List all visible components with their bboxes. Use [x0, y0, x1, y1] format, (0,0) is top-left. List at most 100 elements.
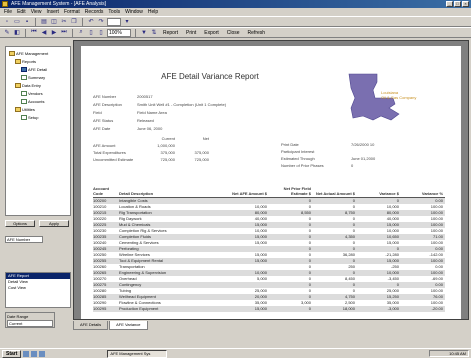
- tree-item-label: Data Entry: [22, 83, 41, 88]
- menu-item-format[interactable]: Format: [64, 8, 80, 16]
- two-page-icon[interactable]: ▯: [97, 29, 105, 37]
- table-cell: 15,000: [254, 306, 267, 311]
- prev-page-icon[interactable]: ◀: [40, 29, 48, 37]
- table-cell: 0: [308, 306, 311, 311]
- amount-current: Current: [161, 136, 175, 141]
- menu-bar: File Edit View Insert Format Records Tools Wind…: [0, 8, 471, 16]
- menu-item-help[interactable]: Help: [148, 8, 158, 16]
- header-value: Released: [137, 118, 154, 123]
- amount-current: 375,000: [160, 150, 175, 155]
- amount-line: Uncommitted Estimate 725,000 725,000: [93, 157, 209, 162]
- tree-item[interactable]: AFE Management: [9, 51, 48, 56]
- tree-item-label: AFE Detail: [28, 67, 48, 72]
- tree-item[interactable]: Summary: [21, 75, 45, 80]
- first-page-icon[interactable]: ⏮: [30, 29, 38, 37]
- report-listbox[interactable]: AFE Report Detail View Cost View: [5, 272, 71, 308]
- browser-icon[interactable]: [31, 350, 38, 357]
- open-icon[interactable]: ▭: [13, 18, 21, 26]
- navigation-tree[interactable]: AFE Management Reports AFE Detail Summary Da…: [5, 46, 71, 216]
- filter-icon[interactable]: ▼: [140, 29, 148, 37]
- menu-item-file[interactable]: File: [4, 8, 12, 16]
- menu-item-edit[interactable]: Edit: [17, 8, 26, 16]
- tb-combo[interactable]: [107, 17, 121, 26]
- menu-item-tools[interactable]: Tools: [108, 8, 120, 16]
- zoom-combo[interactable]: 100%: [107, 28, 131, 37]
- minimize-button[interactable]: _: [446, 1, 453, 7]
- options-button[interactable]: Options: [5, 220, 35, 227]
- report-label[interactable]: Report: [160, 30, 181, 36]
- apply-button[interactable]: Apply: [39, 220, 69, 227]
- header-field: AFE Date June 06, 2000: [93, 126, 162, 131]
- undo-icon[interactable]: ↶: [87, 18, 95, 26]
- amount-label: [93, 136, 141, 141]
- report-title: AFE Detail Variance Report: [161, 72, 259, 81]
- dropdown-icon[interactable]: ▾: [123, 18, 131, 26]
- list-item[interactable]: Cost View: [6, 285, 70, 291]
- desktop-icon[interactable]: [23, 350, 30, 357]
- close-label[interactable]: Close: [224, 30, 243, 36]
- redo-icon[interactable]: ↷: [97, 18, 105, 26]
- save-icon[interactable]: ▪: [23, 18, 31, 26]
- tab-afe-details[interactable]: AFE Details: [73, 321, 109, 330]
- tree-item[interactable]: Setup: [21, 115, 38, 120]
- menu-item-insert[interactable]: Insert: [46, 8, 59, 16]
- header-value: Smith Unit Well #1 - Completion (Unit 1 …: [137, 102, 227, 107]
- preview-icon[interactable]: ◫: [50, 18, 58, 26]
- summary-field: Estimated Through June 01,2000: [281, 156, 375, 161]
- column-header: Net AFE Amount $: [232, 191, 267, 196]
- new-icon[interactable]: ▫: [3, 18, 11, 26]
- email-icon[interactable]: [39, 350, 46, 357]
- start-button[interactable]: Start: [2, 349, 22, 358]
- tree-item[interactable]: Reports: [15, 59, 36, 64]
- filter-combo[interactable]: AFE Number: [5, 236, 43, 243]
- tree-item[interactable]: AFE Detail: [21, 67, 47, 72]
- view-icon[interactable]: ◧: [13, 29, 21, 37]
- standard-toolbar: ▫ ▭ ▪ ▤ ◫ ✂ ❐ ↶ ↷ ▾: [0, 16, 471, 27]
- toolbar-separator: [72, 28, 73, 37]
- system-tray-clock: 10:45 AM: [429, 350, 469, 357]
- next-page-icon[interactable]: ▶: [50, 29, 58, 37]
- zoom-icon[interactable]: ⌕: [77, 29, 85, 37]
- column-header: Net Actual Amount $: [315, 191, 355, 196]
- column-header: Net Prior Field Estimate $: [283, 186, 311, 196]
- header-field: AFE Status Released: [93, 118, 154, 123]
- tree-item[interactable]: Accounts: [21, 99, 44, 104]
- toolbar-separator: [35, 17, 36, 26]
- header-key: AFE Status: [93, 118, 114, 123]
- maximize-button[interactable]: □: [454, 1, 461, 7]
- date-range-field[interactable]: Current: [7, 320, 53, 327]
- close-button[interactable]: ×: [462, 1, 469, 7]
- print-label[interactable]: Print: [183, 30, 199, 36]
- window-title: AFE Management System - [AFE Analysis]: [11, 1, 107, 7]
- app-icon: [2, 1, 8, 7]
- print-icon[interactable]: ▤: [40, 18, 48, 26]
- tree-item-label: Summary: [28, 75, 46, 80]
- tab-afe-variance[interactable]: AFE Variance: [109, 321, 148, 330]
- report-preview[interactable]: AFE Detail Variance Report Louisiana Oil…: [73, 40, 469, 320]
- tree-item[interactable]: Vendors: [21, 91, 43, 96]
- document-icon: [21, 67, 27, 72]
- refresh-label[interactable]: Refresh: [245, 30, 269, 36]
- design-icon[interactable]: ✎: [3, 29, 11, 37]
- menu-item-window[interactable]: Window: [125, 8, 143, 16]
- menu-item-records[interactable]: Records: [85, 8, 104, 16]
- menu-item-view[interactable]: View: [31, 8, 42, 16]
- header-value: June 06, 2000: [137, 126, 163, 131]
- tree-item[interactable]: Data Entry: [15, 83, 41, 88]
- summary-key: Estimated Through: [281, 156, 315, 161]
- copy-icon[interactable]: ❐: [70, 18, 78, 26]
- header-key: Field: [93, 110, 102, 115]
- toolbar-separator: [25, 28, 26, 37]
- summary-value: 0: [351, 163, 354, 168]
- logo-text: Louisiana Oil & Gas Company: [381, 90, 441, 100]
- summary-value: 7/26/2000 10: [351, 142, 375, 147]
- cut-icon[interactable]: ✂: [60, 18, 68, 26]
- amount-net: 375,000: [194, 150, 209, 155]
- taskbar-item[interactable]: AFE Management Sys: [107, 349, 168, 358]
- toolbar-separator: [135, 28, 136, 37]
- one-page-icon[interactable]: ▯: [87, 29, 95, 37]
- last-page-icon[interactable]: ⏭: [60, 29, 68, 37]
- sort-icon[interactable]: ⇅: [150, 29, 158, 37]
- export-label[interactable]: Export: [201, 30, 221, 36]
- tree-item[interactable]: Utilities: [15, 107, 35, 112]
